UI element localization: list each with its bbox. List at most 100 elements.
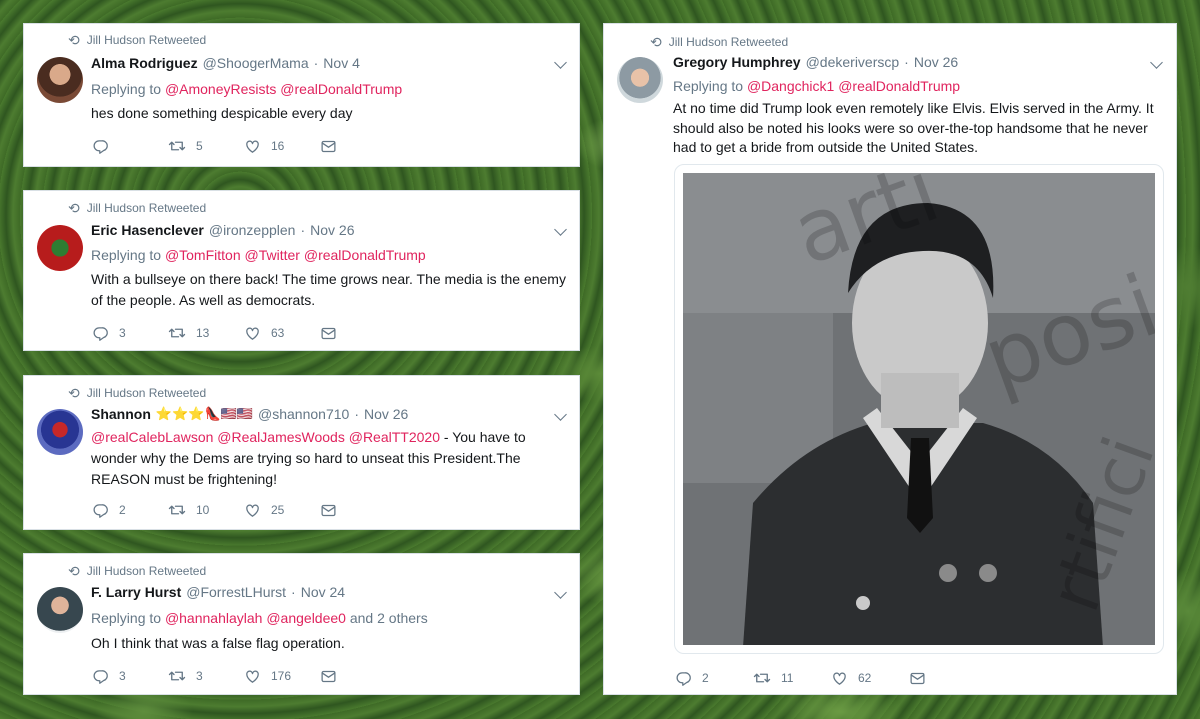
chevron-down-icon[interactable] <box>554 408 567 421</box>
message-button[interactable] <box>320 325 337 342</box>
avatar[interactable] <box>37 409 83 455</box>
retweet-icon <box>168 324 186 342</box>
message-icon <box>909 670 926 687</box>
replying-to: Replying to @hannahlaylah @angeldee0 and… <box>91 610 428 626</box>
chevron-down-icon[interactable] <box>554 56 567 69</box>
message-button[interactable] <box>320 138 337 155</box>
like-button[interactable]: 176 <box>244 668 320 685</box>
message-icon <box>320 668 337 685</box>
retweet-icon: ⟲ <box>68 563 80 579</box>
user-handle[interactable]: @ShoogerMama <box>203 55 309 71</box>
replying-to: Replying to @TomFitton @Twitter @realDon… <box>91 247 426 263</box>
tweet-text: @realCalebLawson @RealJamesWoods @RealTT… <box>91 429 526 487</box>
like-icon <box>831 670 848 687</box>
message-icon <box>320 325 337 342</box>
reply-icon <box>92 325 109 342</box>
retweet-icon <box>168 667 186 685</box>
tweet-photo[interactable]: arti posi rtifici <box>674 164 1164 654</box>
like-button[interactable]: 16 <box>244 138 320 155</box>
retweet-icon: ⟲ <box>650 34 662 50</box>
message-button[interactable] <box>909 670 926 687</box>
like-button[interactable]: 25 <box>244 502 320 519</box>
mention-link[interactable]: @hannahlaylah <box>165 610 263 626</box>
chevron-down-icon[interactable] <box>554 223 567 236</box>
avatar[interactable] <box>37 57 83 103</box>
mention-link[interactable]: @RealTT2020 <box>349 429 440 445</box>
retweet-button[interactable]: 3 <box>168 667 244 685</box>
user-name[interactable]: Eric Hasenclever <box>91 222 204 238</box>
tweet-date[interactable]: Nov 4 <box>323 55 360 71</box>
reply-icon <box>675 670 692 687</box>
reply-button[interactable]: 3 <box>92 325 168 342</box>
user-name[interactable]: F. Larry Hurst <box>91 584 181 600</box>
message-icon <box>320 138 337 155</box>
tweet-card[interactable]: ⟲ Jill Hudson Retweeted Eric Hasenclever… <box>23 190 580 351</box>
like-icon <box>244 668 261 685</box>
retweet-icon: ⟲ <box>68 200 80 216</box>
user-handle[interactable]: @shannon710 <box>258 406 349 422</box>
retweet-icon <box>753 669 771 687</box>
retweet-button[interactable]: 5 <box>168 137 244 155</box>
user-name[interactable]: Shannon <box>91 406 151 422</box>
name-emoji: ⭐⭐⭐👠🇺🇸🇺🇸 <box>155 406 254 421</box>
avatar[interactable] <box>37 587 83 633</box>
mention-link[interactable]: @AmoneyResists <box>165 81 276 97</box>
mention-link[interactable]: @realDonaldTrump <box>304 247 426 263</box>
like-button[interactable]: 63 <box>244 325 320 342</box>
user-handle[interactable]: @ForrestLHurst <box>186 584 286 600</box>
avatar[interactable] <box>617 57 663 103</box>
tweet-card[interactable]: ⟲ Jill Hudson Retweeted Shannon ⭐⭐⭐👠🇺🇸🇺🇸… <box>23 375 580 530</box>
reply-icon <box>92 138 109 155</box>
retweet-icon <box>168 501 186 519</box>
mention-link[interactable]: @realDonaldTrump <box>838 78 960 94</box>
mention-link[interactable]: @angeldee0 <box>266 610 346 626</box>
message-button[interactable] <box>320 502 337 519</box>
user-handle[interactable]: @ironzepplen <box>209 222 296 238</box>
tweet-text: hes done something despicable every day <box>91 105 353 121</box>
retweet-context: ⟲ Jill Hudson Retweeted <box>68 32 207 48</box>
like-button[interactable]: 62 <box>831 670 909 687</box>
mention-link[interactable]: @realDonaldTrump <box>280 81 402 97</box>
mention-link[interactable]: @Dangchick1 <box>747 78 834 94</box>
tweet-card[interactable]: ⟲ Jill Hudson Retweeted Gregory Humphrey… <box>603 23 1177 695</box>
photo-image: arti posi rtifici <box>683 173 1155 645</box>
tweet-date[interactable]: Nov 24 <box>301 584 345 600</box>
replying-to: Replying to @AmoneyResists @realDonaldTr… <box>91 81 403 97</box>
reply-button[interactable]: 2 <box>675 670 753 687</box>
mention-link[interactable]: @Twitter <box>245 247 300 263</box>
reply-button[interactable]: 2 <box>92 502 168 519</box>
retweet-button[interactable]: 13 <box>168 324 244 342</box>
reply-icon <box>92 502 109 519</box>
replying-to: Replying to @Dangchick1 @realDonaldTrump <box>673 78 961 94</box>
message-button[interactable] <box>320 668 337 685</box>
mention-link[interactable]: @TomFitton <box>165 247 241 263</box>
reply-button[interactable] <box>92 138 168 155</box>
tweet-card[interactable]: ⟲ Jill Hudson Retweeted F. Larry Hurst @… <box>23 553 580 695</box>
retweet-icon: ⟲ <box>68 385 80 401</box>
chevron-down-icon[interactable] <box>1150 56 1163 69</box>
reply-button[interactable]: 3 <box>92 668 168 685</box>
user-name[interactable]: Gregory Humphrey <box>673 54 801 70</box>
user-name[interactable]: Alma Rodriguez <box>91 55 198 71</box>
tweet-card[interactable]: ⟲ Jill Hudson Retweeted Alma Rodriguez @… <box>23 23 580 167</box>
tweet-date[interactable]: Nov 26 <box>310 222 354 238</box>
user-handle[interactable]: @dekeriverscp <box>806 54 900 70</box>
retweet-context: ⟲ Jill Hudson Retweeted <box>68 563 207 579</box>
retweet-icon <box>168 137 186 155</box>
like-icon <box>244 502 261 519</box>
retweet-button[interactable]: 10 <box>168 501 244 519</box>
mention-link[interactable]: @RealJamesWoods <box>217 429 345 445</box>
others-link[interactable]: and 2 others <box>350 610 428 626</box>
mention-link[interactable]: @realCalebLawson <box>91 429 213 445</box>
retweet-button[interactable]: 11 <box>753 669 831 687</box>
reply-icon <box>92 668 109 685</box>
avatar[interactable] <box>37 225 83 271</box>
tweet-text: At no time did Trump look even remotely … <box>673 100 1154 155</box>
chevron-down-icon[interactable] <box>554 586 567 599</box>
message-icon <box>320 502 337 519</box>
retweet-context: ⟲ Jill Hudson Retweeted <box>68 385 207 401</box>
tweet-date[interactable]: Nov 26 <box>914 54 958 70</box>
like-icon <box>244 325 261 342</box>
retweet-context: ⟲ Jill Hudson Retweeted <box>650 34 789 50</box>
tweet-date[interactable]: Nov 26 <box>364 406 408 422</box>
